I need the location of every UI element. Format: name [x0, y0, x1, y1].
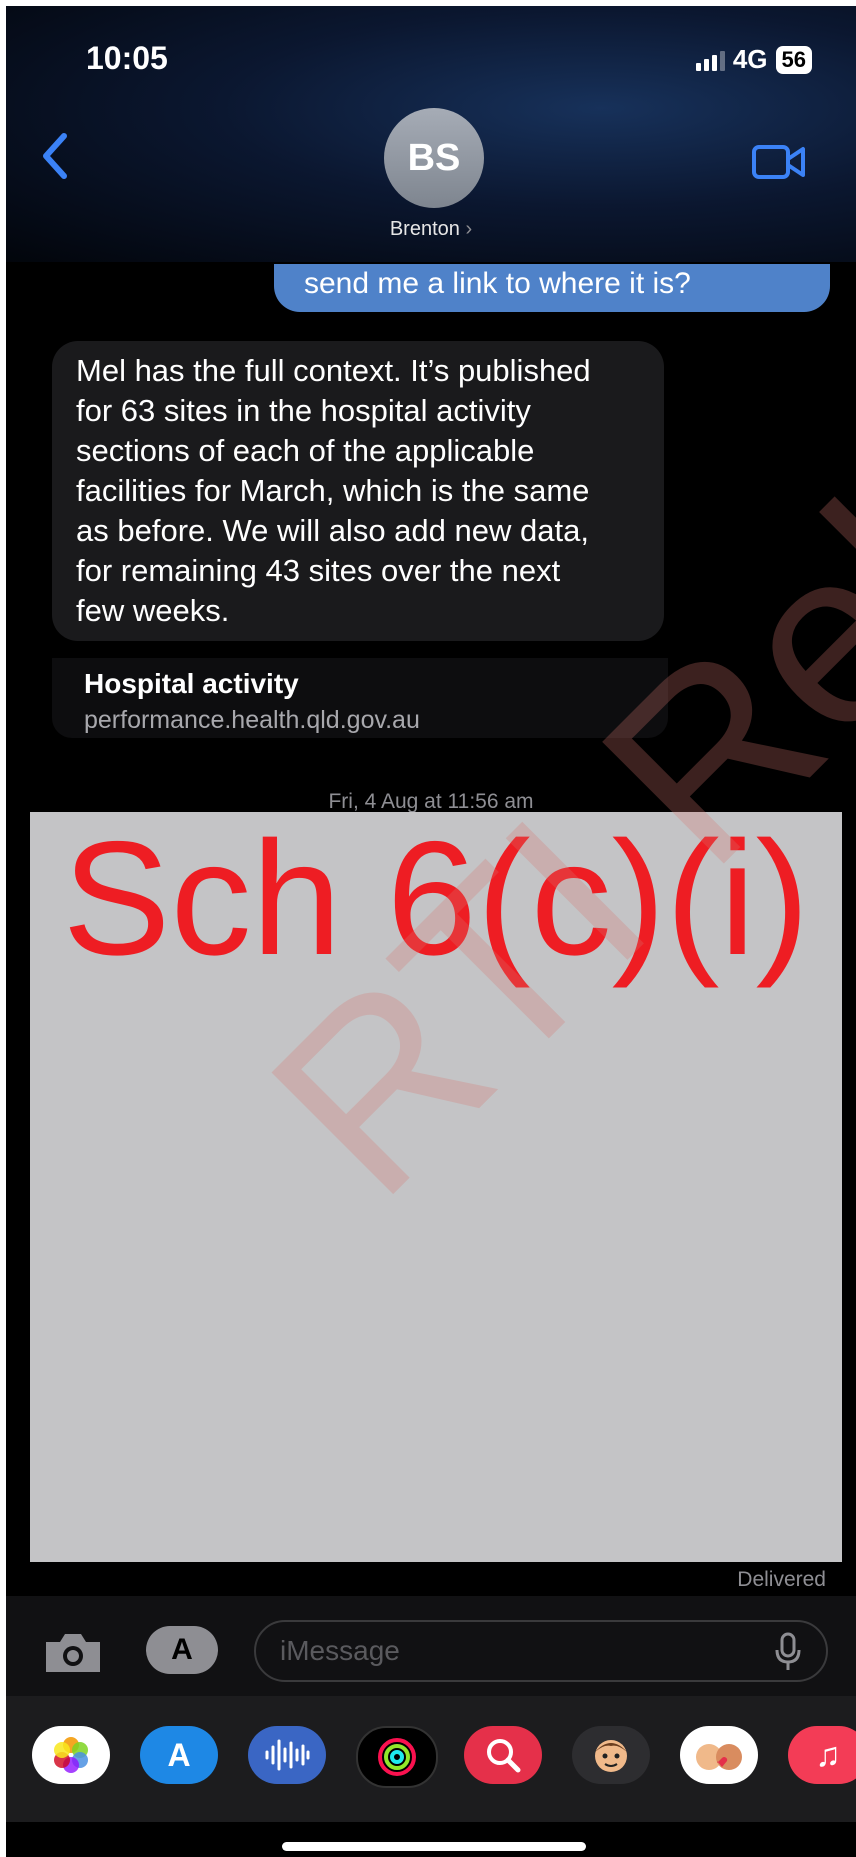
app-store-button[interactable]: A — [146, 1626, 218, 1674]
camera-button[interactable] — [42, 1630, 104, 1681]
app-store-icon[interactable]: A — [140, 1726, 218, 1784]
outgoing-message-text: send me a link to where it is? — [304, 267, 691, 300]
app-store-glyph: A — [167, 1736, 191, 1773]
link-preview-url: performance.health.qld.gov.au — [84, 706, 420, 734]
magnifier-glyph — [487, 1739, 521, 1773]
waveform-glyph — [265, 1739, 310, 1771]
redaction-box: Sch 6(c)(i) — [30, 812, 842, 1562]
photos-icon[interactable] — [32, 1726, 110, 1784]
link-preview-title: Hospital activity — [84, 668, 299, 699]
contact-name[interactable]: Brenton › — [6, 218, 856, 241]
message-line: facilities for March, which is the same — [76, 473, 590, 508]
battery-level: 56 — [781, 46, 806, 72]
incoming-message[interactable]: Mel has the full context. It’s published… — [52, 341, 664, 641]
video-call-button[interactable] — [751, 142, 807, 187]
microphone-button[interactable] — [774, 1632, 802, 1677]
battery-icon: 56 — [775, 45, 812, 74]
delivery-status: Delivered — [737, 1568, 826, 1591]
message-input[interactable] — [254, 1620, 828, 1682]
contact-avatar[interactable]: BS — [384, 108, 484, 208]
message-line: for remaining 43 sites over the next — [76, 553, 561, 588]
message-line: for 63 sites in the hospital activity — [76, 393, 531, 428]
network-type: 4G — [732, 44, 768, 74]
status-time: 10:05 — [86, 40, 168, 76]
messages-screen: 10:05 4G 56 BS Brenton › send me a link … — [6, 6, 856, 1857]
sticker-faces-glyph — [696, 1744, 742, 1770]
activity-icon[interactable] — [356, 1726, 438, 1788]
memoji-icon[interactable] — [572, 1726, 650, 1784]
outgoing-message[interactable]: send me a link to where it is? — [274, 264, 830, 312]
home-indicator[interactable] — [282, 1842, 586, 1851]
cellular-signal-icon — [695, 49, 725, 71]
message-timestamp: Fri, 4 Aug at 11:56 am — [328, 790, 534, 813]
memoji-face-glyph — [595, 1740, 627, 1772]
back-button[interactable] — [32, 128, 88, 184]
status-indicators: 4G 56 — [695, 44, 812, 75]
microphone-icon — [775, 1632, 801, 1670]
app-drawer: A ♫ — [6, 1696, 856, 1822]
contact-name-label: Brenton — [389, 218, 460, 240]
photos-flower-glyph — [54, 1737, 88, 1773]
message-line: sections of each of the applicable — [76, 433, 535, 468]
memoji-stickers-icon[interactable] — [680, 1726, 758, 1784]
app-store-icon: A — [171, 1633, 193, 1666]
music-icon[interactable]: ♫ — [788, 1726, 856, 1784]
chevron-left-icon — [43, 133, 67, 179]
compose-bar: A — [6, 1596, 856, 1696]
conversation-header: 10:05 4G 56 BS Brenton › — [6, 6, 856, 262]
search-images-icon[interactable] — [464, 1726, 542, 1784]
redaction-label: Sch 6(c)(i) — [62, 812, 810, 989]
chevron-right-icon: › — [465, 218, 473, 240]
message-line: Mel has the full context. It’s published — [76, 353, 591, 388]
activity-rings-glyph — [378, 1738, 416, 1776]
camera-icon — [46, 1634, 100, 1672]
audio-icon[interactable] — [248, 1726, 326, 1784]
music-note-glyph: ♫ — [815, 1735, 841, 1774]
link-preview-card[interactable]: Hospital activity performance.health.qld… — [52, 658, 668, 738]
message-line: as before. We will also add new data, — [76, 513, 589, 548]
message-line: few weeks. — [76, 593, 230, 628]
video-camera-icon — [752, 145, 805, 179]
avatar-initials: BS — [407, 136, 461, 179]
